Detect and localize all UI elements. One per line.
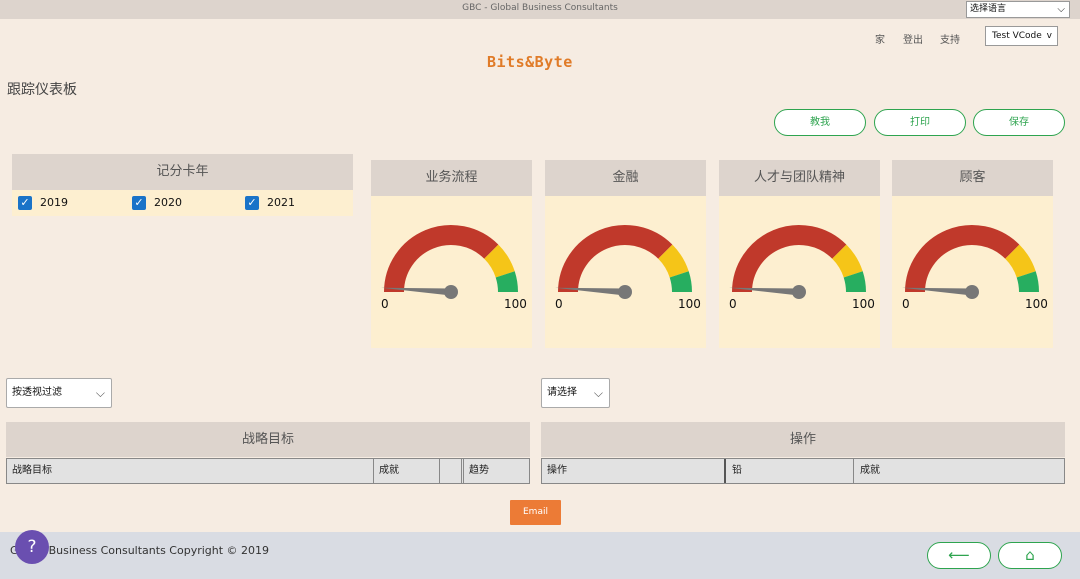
gauge-band-red <box>905 225 1020 293</box>
gauge-title: 人才与团队精神 <box>719 160 880 196</box>
gauge-band-red <box>558 225 673 293</box>
year-checkbox-2021[interactable]: ✓ 2021 <box>245 196 295 210</box>
user-select-value: Test VCode <box>992 31 1042 41</box>
year-label: 2021 <box>267 196 295 209</box>
nav-logout-link[interactable]: 登出 <box>903 31 923 46</box>
year-checkbox-2019[interactable]: ✓ 2019 <box>18 196 68 210</box>
help-button[interactable]: ? <box>15 530 49 564</box>
gauge-band-red <box>732 225 847 293</box>
gauge-band-green <box>843 271 866 293</box>
gauge-band-green <box>1016 271 1039 293</box>
gauge-max-label: 100 <box>504 297 527 311</box>
app-title-bar: GBC - Global Business Consultants 选择语言 ⌵ <box>0 0 1080 19</box>
gauge-min-label: 0 <box>902 297 910 311</box>
gauge-band-yellow <box>657 244 689 278</box>
checkbox-checked-icon: ✓ <box>245 196 259 210</box>
email-button[interactable]: Email <box>510 500 561 525</box>
user-select[interactable]: Test VCode v <box>985 26 1058 46</box>
language-select[interactable]: 选择语言 ⌵ <box>966 1 1070 18</box>
scorecard-years: ✓ 2019 ✓ 2020 ✓ 2021 <box>12 190 353 216</box>
operations-header-row: 操作 铅 成就 <box>541 458 1065 484</box>
checkbox-checked-icon: ✓ <box>132 196 146 210</box>
column-header-blank <box>440 459 462 483</box>
gauge-max-label: 100 <box>1025 297 1048 311</box>
home-button[interactable]: ⌂ <box>998 542 1062 569</box>
operations-title: 操作 <box>541 422 1065 457</box>
gauge-card-talent-teamwork: 人才与团队精神 0 100 <box>719 160 880 348</box>
back-button[interactable]: ⟵ <box>927 542 991 569</box>
gauge-title: 金融 <box>545 160 706 196</box>
gauge-max-label: 100 <box>852 297 875 311</box>
gauge-chart <box>902 225 1039 299</box>
gauge-chart <box>729 225 866 299</box>
year-checkbox-2020[interactable]: ✓ 2020 <box>132 196 182 210</box>
gauge-band-yellow <box>1004 244 1036 278</box>
perspective-filter-value: 按透视过滤 <box>12 387 62 398</box>
column-header-achievement: 成就 <box>860 465 880 476</box>
scorecard-title: 记分卡年 <box>12 154 353 190</box>
gauge-band-red <box>384 225 499 293</box>
gauge-band-green <box>669 271 692 293</box>
gauge-card-finance: 金融 0 100 <box>545 160 706 348</box>
column-header-operation: 操作 <box>542 459 726 483</box>
perspective-filter-select[interactable]: 按透视过滤 ⌵ <box>6 378 112 408</box>
nav-home-link[interactable]: 家 <box>875 31 885 46</box>
year-label: 2019 <box>40 196 68 209</box>
arrow-left-icon: ⟵ <box>948 546 970 564</box>
column-header-lead: 铅 <box>727 459 854 483</box>
gauge-band-yellow <box>483 244 515 278</box>
nav-support-link[interactable]: 支持 <box>940 31 960 46</box>
checkbox-checked-icon: ✓ <box>18 196 32 210</box>
column-header-objective: 战略目标 <box>7 459 374 483</box>
gauge-band-green <box>495 271 518 293</box>
gauge-needle-hub <box>965 285 979 299</box>
gauge-card-business-process: 业务流程 0 100 <box>371 160 532 348</box>
gauge-title: 顾客 <box>892 160 1053 196</box>
gauge-title: 业务流程 <box>371 160 532 196</box>
chevron-down-icon: ⌵ <box>593 386 603 400</box>
column-header-achievement: 成就 <box>374 459 440 483</box>
gauge-min-label: 0 <box>381 297 389 311</box>
app-title: GBC - Global Business Consultants <box>462 3 618 13</box>
save-button[interactable]: 保存 <box>973 109 1065 136</box>
scorecard-year-panel: 记分卡年 ✓ 2019 ✓ 2020 ✓ 2021 <box>12 154 353 216</box>
footer: Global Business Consultants Copyright © … <box>0 532 1080 579</box>
gauge-chart <box>555 225 692 299</box>
gauge-needle-hub <box>792 285 806 299</box>
operation-filter-value: 请选择 <box>547 387 577 398</box>
column-header-trend: 趋势 <box>463 459 530 483</box>
gauge-band-yellow <box>831 244 863 278</box>
year-label: 2020 <box>154 196 182 209</box>
gauge-min-label: 0 <box>555 297 563 311</box>
user-select-chevron: v <box>1046 31 1052 41</box>
gauge-min-label: 0 <box>729 297 737 311</box>
language-select-value: 选择语言 <box>970 4 1007 14</box>
chevron-down-icon: ⌵ <box>95 386 105 400</box>
gauge-max-label: 100 <box>678 297 701 311</box>
chevron-down-icon: ⌵ <box>1057 4 1065 15</box>
strategic-objectives-header-row: 战略目标 成就 趋势 <box>6 458 530 484</box>
strategic-objectives-title: 战略目标 <box>6 422 530 457</box>
home-icon: ⌂ <box>1025 546 1035 564</box>
gauge-chart <box>381 225 518 299</box>
brand-logo: Bits&Byte <box>487 53 573 71</box>
gauge-needle-hub <box>618 285 632 299</box>
gauge-needle-hub <box>444 285 458 299</box>
operation-filter-select[interactable]: 请选择 ⌵ <box>541 378 610 408</box>
teach-me-button[interactable]: 教我 <box>774 109 866 136</box>
print-button[interactable]: 打印 <box>874 109 966 136</box>
gauge-card-customer: 顾客 0 100 <box>892 160 1053 348</box>
page-title: 跟踪仪表板 <box>7 82 77 98</box>
